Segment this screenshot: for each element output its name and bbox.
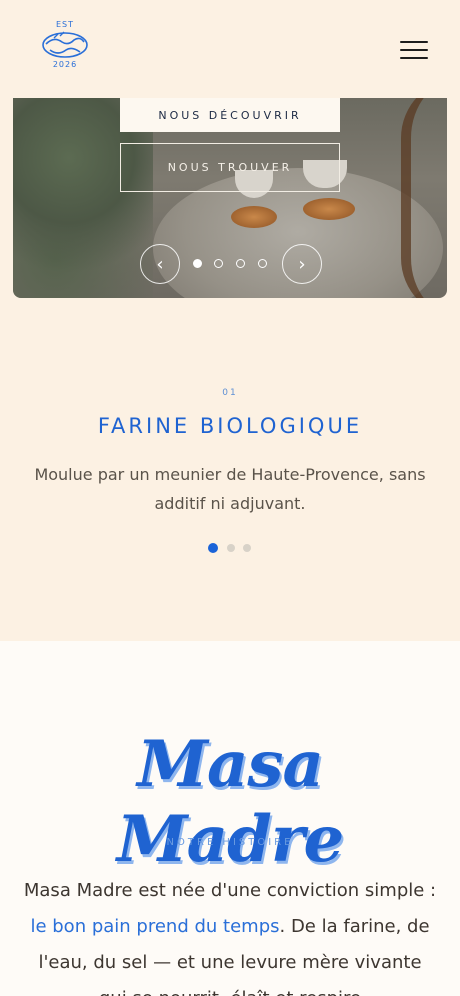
script-title: Masa Madre [116,727,345,877]
find-us-button[interactable]: NOUS TROUVER [120,143,340,192]
hamburger-menu-icon[interactable] [398,38,430,62]
feature-pagination-dot[interactable] [227,544,235,552]
carousel-dot[interactable] [258,259,267,268]
hero-croissant [231,206,277,228]
menu-bar-line [400,49,428,51]
feature-description: Moulue par un meunier de Haute-Provence,… [34,465,426,513]
logo-est-text: EST [55,20,75,29]
story-text: Masa Madre est née d'une conviction simp… [23,880,437,901]
bread-hands-icon [42,31,88,58]
menu-bar-line [400,57,428,59]
carousel-dot[interactable] [236,259,245,268]
discover-button[interactable]: NOUS DÉCOUVRIR [120,98,340,132]
carousel-dot[interactable] [214,259,223,268]
carousel-next-button[interactable]: › [282,244,322,284]
story-kicker: NOTRE HISTOIRE [166,837,294,848]
story-highlight-link[interactable]: le bon pain prend du temps [30,916,279,937]
feature-pagination-dot[interactable] [208,543,218,553]
feature-number: 01 [222,388,238,398]
carousel-dot[interactable] [193,259,202,268]
site-header: EST 2026 [0,0,460,98]
hero-croissant [303,198,355,220]
story-section: Masa Madre NOTRE HISTOIRE Masa Madre est… [0,641,460,996]
brand-logo[interactable]: EST 2026 [36,18,94,74]
chevron-right-icon: › [298,253,306,275]
menu-bar-line [400,41,428,43]
script-title-logo: Masa Madre [30,727,430,877]
page: EST 2026 NOUS DÉCOUVRIR NOUS TROUVER ‹ ›… [0,0,460,996]
carousel-prev-button[interactable]: ‹ [140,244,180,284]
chevron-left-icon: ‹ [156,253,164,275]
story-paragraph: Masa Madre est née d'une conviction simp… [22,873,438,996]
feature-pagination-dot[interactable] [243,544,251,552]
hero-chair-frame [401,98,447,298]
logo-year-text: 2026 [52,60,78,69]
feature-title: FARINE BIOLOGIQUE [97,414,363,438]
